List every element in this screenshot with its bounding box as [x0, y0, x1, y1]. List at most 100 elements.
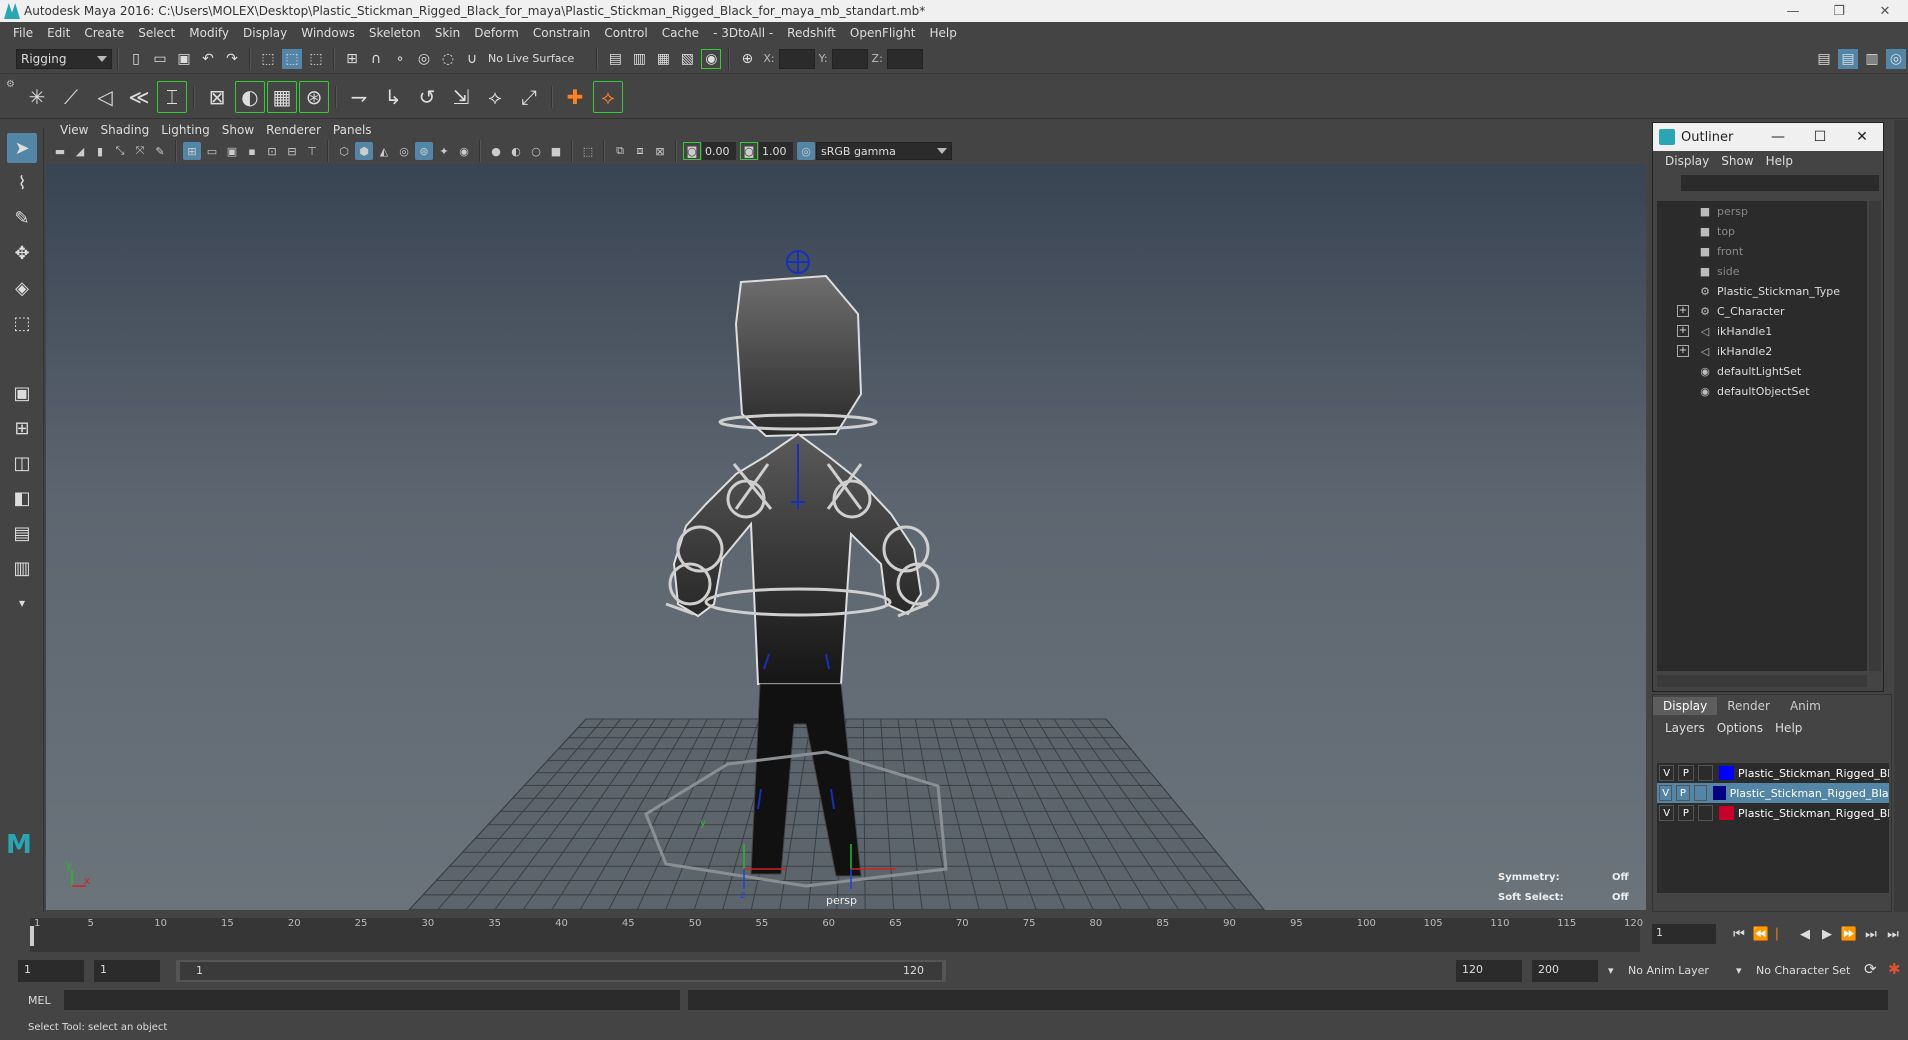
- time-ruler[interactable]: 1 5 10 15 20 25 30 35 40 45 50 55 60 65 70 75 80 85 90 95 10…: [30, 918, 1643, 952]
- wrap-icon[interactable]: ⊛: [299, 80, 329, 113]
- menu-file[interactable]: File: [6, 26, 40, 40]
- outliner-item[interactable]: ■ front: [1657, 241, 1867, 261]
- film-gate-icon[interactable]: ▭: [203, 142, 221, 160]
- outliner-item[interactable]: ⚙ Plastic_Stickman_Type: [1657, 281, 1867, 301]
- scale-constraint-icon[interactable]: ⇲: [445, 81, 477, 113]
- render-view-icon[interactable]: ▤: [605, 49, 625, 69]
- menu-set-dropdown[interactable]: Rigging: [16, 48, 112, 69]
- outliner-item[interactable]: + ◁ ikHandle1: [1657, 321, 1867, 341]
- menu-control[interactable]: Control: [597, 26, 654, 40]
- step-forward-frame-button[interactable]: ⏩: [1838, 924, 1860, 944]
- visibility-toggle[interactable]: V: [1659, 765, 1675, 781]
- bind-skin-icon[interactable]: ⊠: [201, 81, 233, 113]
- current-time-marker[interactable]: [30, 926, 34, 946]
- gamma-field[interactable]: 1.00: [759, 142, 793, 160]
- outliner-item[interactable]: ■ persp: [1657, 201, 1867, 221]
- playback-start-field[interactable]: 1: [94, 960, 160, 982]
- render-settings-icon[interactable]: ▧: [677, 49, 697, 69]
- visibility-toggle[interactable]: V: [1659, 785, 1673, 801]
- point-constraint-icon[interactable]: ⇁: [343, 81, 375, 113]
- playback-toggle[interactable]: P: [1678, 765, 1694, 781]
- panel-menu-shading[interactable]: Shading: [94, 123, 155, 137]
- play-backwards-button[interactable]: ◀: [1794, 924, 1816, 944]
- color-management-icon[interactable]: ◎: [797, 142, 815, 160]
- rotate-tool-icon[interactable]: ◈: [7, 273, 37, 303]
- smooth-shade-icon[interactable]: ⬢: [355, 142, 373, 160]
- chevron-down-icon[interactable]: ▾: [1608, 964, 1614, 977]
- script-mode-label[interactable]: MEL: [28, 994, 51, 1007]
- wireframe-on-shaded-icon[interactable]: ◭: [375, 142, 393, 160]
- ipr-render-icon[interactable]: ▦: [653, 49, 673, 69]
- gamma-icon[interactable]: ◙: [740, 142, 758, 160]
- step-forward-key-button[interactable]: ⏭: [1860, 924, 1882, 944]
- camera-attributes-icon[interactable]: ◢: [71, 142, 89, 160]
- visibility-toggle[interactable]: V: [1659, 805, 1675, 821]
- ambient-occlusion-icon[interactable]: ●: [487, 142, 505, 160]
- layer-color-swatch[interactable]: [1718, 806, 1735, 820]
- select-component-icon[interactable]: ⬚: [306, 49, 326, 69]
- menu-select[interactable]: Select: [131, 26, 182, 40]
- y-field[interactable]: [831, 48, 868, 69]
- exposure-icon[interactable]: ◙: [683, 142, 701, 160]
- menu-constrain[interactable]: Constrain: [526, 26, 598, 40]
- range-slider-track[interactable]: 1 120: [176, 960, 946, 982]
- layout-icon[interactable]: ▥: [7, 553, 37, 583]
- layer-tab-display[interactable]: Display: [1653, 697, 1718, 715]
- save-scene-icon[interactable]: ▣: [174, 49, 194, 69]
- wireframe-icon[interactable]: ⬡: [335, 142, 353, 160]
- 2d-pan-icon[interactable]: ⤧: [131, 142, 149, 160]
- menu-3dtoall[interactable]: - 3DtoAll -: [706, 26, 780, 40]
- layer-tab-anim[interactable]: Anim: [1780, 697, 1831, 715]
- anim-layer-dropdown[interactable]: No Anim Layer: [1628, 964, 1709, 977]
- layer-color-swatch[interactable]: [1718, 766, 1735, 780]
- outliner-item[interactable]: ■ side: [1657, 261, 1867, 281]
- magnet-icon[interactable]: ∪: [462, 49, 482, 69]
- outliner-maximize-button[interactable]: ☐: [1799, 129, 1841, 145]
- grease-pencil-icon[interactable]: ✎: [151, 142, 169, 160]
- maximize-button[interactable]: ❐: [1816, 0, 1862, 22]
- range-slider-bar[interactable]: [180, 962, 942, 980]
- outliner-item[interactable]: + ⚙ C_Character: [1657, 301, 1867, 321]
- menu-help[interactable]: Help: [922, 26, 963, 40]
- outliner-menu-show[interactable]: Show: [1715, 154, 1759, 168]
- scale-tool-icon[interactable]: ⬚: [7, 308, 37, 338]
- scene-start-field[interactable]: 1: [18, 960, 84, 982]
- motion-blur-icon[interactable]: ◐: [507, 142, 525, 160]
- lattice-icon[interactable]: ▦: [267, 80, 297, 113]
- outliner-horizontal-scrollbar[interactable]: [1657, 675, 1867, 687]
- insert-joint-icon[interactable]: ⟋: [55, 81, 87, 113]
- preferences-icon[interactable]: ✱: [1888, 960, 1901, 978]
- menu-display[interactable]: Display: [236, 26, 294, 40]
- isolate-select-icon[interactable]: ⬚: [579, 142, 597, 160]
- four-view-icon[interactable]: ⊞: [7, 413, 37, 443]
- image-plane-icon[interactable]: ⤡: [111, 142, 129, 160]
- menu-cache[interactable]: Cache: [655, 26, 706, 40]
- layer-menu-help[interactable]: Help: [1769, 721, 1808, 735]
- panel-menu-renderer[interactable]: Renderer: [260, 123, 327, 137]
- outliner-search-input[interactable]: [1681, 175, 1879, 191]
- playback-toggle[interactable]: P: [1678, 805, 1694, 821]
- single-view-icon[interactable]: ▣: [7, 378, 37, 408]
- cluster-icon[interactable]: ◐: [235, 80, 265, 113]
- display-type-toggle[interactable]: [1697, 765, 1713, 781]
- ik-spline-icon[interactable]: ≪: [123, 81, 155, 113]
- hypershade-icon[interactable]: ◉: [701, 48, 722, 69]
- depth-of-field-icon[interactable]: ■: [547, 142, 565, 160]
- playback-toggle[interactable]: P: [1676, 785, 1690, 801]
- scene-end-field[interactable]: 200: [1532, 960, 1598, 982]
- bookmark-icon[interactable]: ▮: [91, 142, 109, 160]
- persp-graph-icon[interactable]: ◧: [7, 483, 37, 513]
- auto-key-icon[interactable]: ⟳: [1864, 960, 1877, 978]
- xray-icon[interactable]: ⊛: [415, 142, 433, 160]
- menu-modify[interactable]: Modify: [182, 26, 236, 40]
- step-back-frame-button[interactable]: ⎸: [1772, 924, 1794, 944]
- snap-surface-icon[interactable]: ◌: [438, 49, 458, 69]
- menu-edit[interactable]: Edit: [40, 26, 77, 40]
- safe-title-icon[interactable]: ⊤: [303, 142, 321, 160]
- current-frame-field[interactable]: 1: [1652, 924, 1716, 944]
- tool-settings-icon[interactable]: ▥: [1862, 49, 1882, 69]
- layout-icon[interactable]: ▤: [7, 518, 37, 548]
- attribute-editor-icon[interactable]: ▤: [1838, 48, 1858, 69]
- hik-character-icon[interactable]: ⟡: [593, 80, 623, 113]
- textured-icon[interactable]: ◎: [395, 142, 413, 160]
